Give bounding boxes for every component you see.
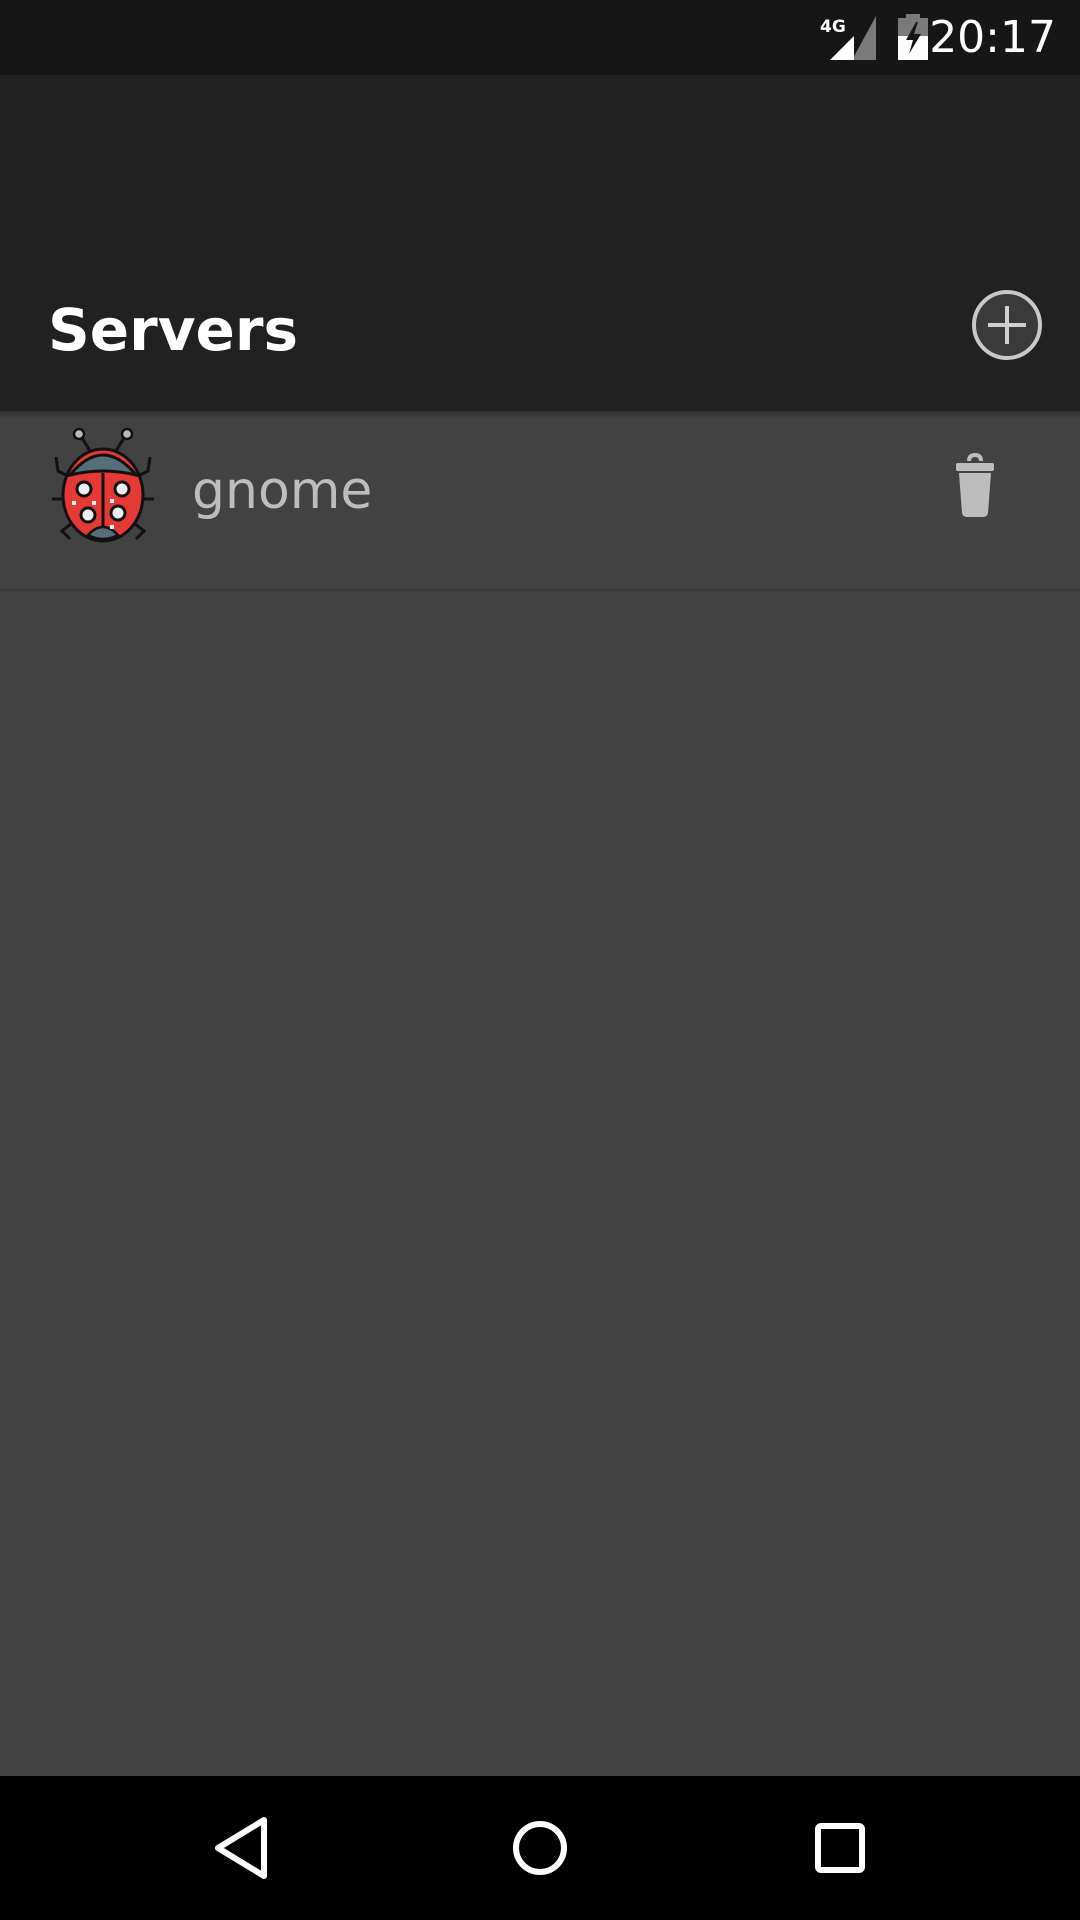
server-list-item[interactable]: gnome [0,411,1080,591]
delete-server-button[interactable] [950,451,1000,521]
server-name: gnome [192,461,373,521]
signal-4g-icon: 4G [820,16,876,60]
status-bar: 4G 20:17 [0,0,1080,75]
ladybug-icon [52,427,154,543]
home-button[interactable] [488,1796,592,1900]
add-circle-icon [972,290,1042,360]
navigation-bar [0,1776,1080,1920]
add-server-button[interactable] [970,288,1044,362]
battery-charging-icon [898,14,928,60]
app-bar: Servers [0,75,1080,411]
trash-icon [956,452,994,517]
back-icon [215,1817,267,1879]
screen: 4G 20:17 Servers gnome [0,0,1080,1920]
home-icon [513,1821,567,1875]
back-button[interactable] [190,1796,294,1900]
recents-button[interactable] [788,1796,892,1900]
status-time: 20:17 [929,12,1056,63]
recents-icon [815,1823,865,1873]
page-title: Servers [48,296,298,364]
network-type-label: 4G [820,17,846,37]
